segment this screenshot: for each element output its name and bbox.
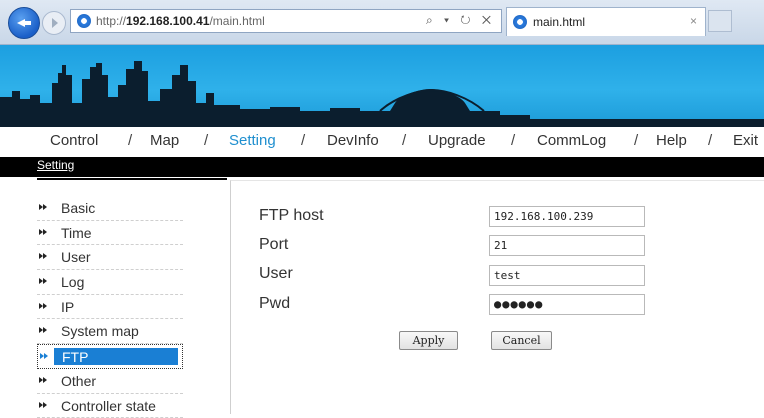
tab-close-icon[interactable]: × [690,14,697,28]
sidebar-item-system-map[interactable]: System map [37,319,183,344]
menu-separator: / [128,132,132,149]
user-input[interactable]: test [489,265,645,286]
ftp-host-label: FTP host [259,207,324,225]
sidebar-item-controller-state[interactable]: Controller state [37,394,183,418]
sidebar-item-label: IP [61,299,74,315]
tab-ie-icon [513,15,527,29]
sidebar-item-log[interactable]: Log [37,270,183,295]
sidebar-item-label: System map [61,323,139,339]
menu-help[interactable]: Help [656,132,687,149]
menu-setting[interactable]: Setting [229,132,276,149]
bullet-icon [39,327,47,333]
pwd-label: Pwd [259,295,290,313]
menu-map[interactable]: Map [150,132,179,149]
menu-separator: / [402,132,406,149]
sidebar-item-other[interactable]: Other [37,369,183,394]
apply-button[interactable]: Apply [399,331,458,350]
menu-separator: / [708,132,712,149]
sidebar-item-label: Log [61,274,84,290]
bullet-icon [39,204,47,210]
ie-page-icon [77,14,91,28]
new-tab-button[interactable] [708,10,732,32]
menu-separator: / [301,132,305,149]
back-arrow-icon[interactable] [8,7,40,39]
tab-title: main.html [533,15,585,29]
address-url[interactable]: http://192.168.100.41/main.html [96,14,265,28]
sidebar-item-ip[interactable]: IP [37,295,183,320]
sidebar-item-user[interactable]: User [37,245,183,270]
sidebar-item-ftp[interactable]: FTP [37,344,183,369]
sidebar-item-time[interactable]: Time [37,221,183,246]
port-label: Port [259,236,288,254]
sidebar-item-label: User [61,249,91,265]
bullet-icon [39,229,47,235]
sidebar-item-label: Controller state [61,398,156,414]
sidebar-item-basic[interactable]: Basic [37,196,183,221]
password-input[interactable]: ●●●●●● [489,294,645,315]
city-skyline-graphic [0,45,764,127]
menu-separator: / [511,132,515,149]
section-divider [37,178,227,180]
ftp-host-input[interactable]: 192.168.100.239 [489,206,645,227]
menu-separator: / [204,132,208,149]
bullet-icon [39,303,47,309]
user-label: User [259,265,293,283]
sidebar-item-label: Other [61,373,96,389]
header-banner [0,45,764,127]
section-title: Setting [37,158,74,172]
menu-separator: / [634,132,638,149]
bullet-icon [40,353,48,359]
bullet-icon [39,278,47,284]
menu-exit[interactable]: Exit [733,132,758,149]
address-bar[interactable]: http://192.168.100.41/main.html ⌕ ▾ ↻ ✕ [70,9,502,33]
sidebar-item-label: FTP [62,349,88,365]
bullet-icon [39,377,47,383]
section-header-bar [0,157,764,177]
menu-upgrade[interactable]: Upgrade [428,132,486,149]
menu-control[interactable]: Control [50,132,98,149]
browser-toolbar: http://192.168.100.41/main.html ⌕ ▾ ↻ ✕ … [0,0,764,45]
sidebar-item-label: Basic [61,200,95,216]
browser-tab[interactable]: main.html × [506,7,706,36]
cancel-button[interactable]: Cancel [491,331,552,350]
bullet-icon [39,253,47,259]
ftp-settings-panel: FTP host 192.168.100.239 Port 21 User te… [230,180,764,414]
menu-devinfo[interactable]: DevInfo [327,132,379,149]
main-menu: Control / Map / Setting / DevInfo / Upgr… [0,127,764,157]
bullet-icon [39,402,47,408]
settings-sidebar: Basic Time User Log IP System map FTP Ot… [37,196,183,418]
menu-commlog[interactable]: CommLog [537,132,606,149]
port-input[interactable]: 21 [489,235,645,256]
forward-arrow-icon[interactable] [42,11,66,35]
address-tools-icons[interactable]: ⌕ ▾ ↻ ✕ [426,13,495,28]
sidebar-item-label: Time [61,225,92,241]
